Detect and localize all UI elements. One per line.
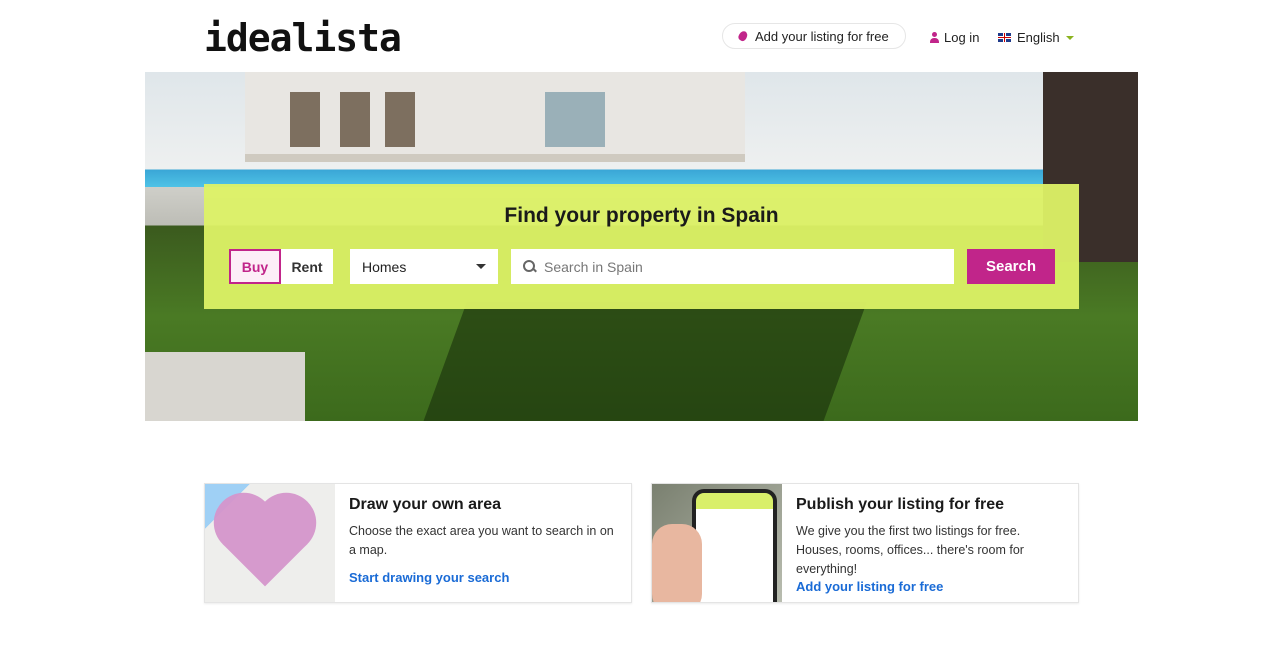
pin-icon	[737, 29, 749, 43]
login-label: Log in	[944, 30, 980, 45]
publish-listing-card: Publish your listing for free We give yo…	[651, 483, 1079, 603]
tab-buy[interactable]: Buy	[229, 249, 281, 284]
card-title: Publish your listing for free	[796, 496, 1005, 513]
property-type-select[interactable]: Homes	[350, 249, 498, 284]
add-listing-button[interactable]: Add your listing for free	[722, 23, 906, 49]
search-button[interactable]: Search	[967, 249, 1055, 284]
search-panel: Find your property in Spain Buy Rent Hom…	[204, 184, 1079, 309]
add-listing-label: Add your listing for free	[755, 28, 889, 44]
shadow-image-part	[423, 302, 867, 421]
tab-rent[interactable]: Rent	[281, 249, 333, 284]
phone-image	[652, 484, 782, 602]
language-selector[interactable]: English	[998, 30, 1074, 45]
stones-image-part	[145, 352, 305, 421]
card-text: Choose the exact area you want to search…	[349, 524, 614, 557]
user-icon	[930, 32, 939, 43]
map-heart-image	[205, 484, 335, 602]
search-icon	[523, 260, 536, 273]
operation-tabs: Buy Rent	[229, 249, 333, 284]
add-listing-link[interactable]: Add your listing for free	[796, 579, 1064, 594]
draw-area-card: Draw your own area Choose the exact area…	[204, 483, 632, 603]
location-search	[511, 249, 954, 284]
login-link[interactable]: Log in	[930, 30, 979, 45]
language-label: English	[1017, 30, 1060, 45]
uk-flag-icon	[998, 33, 1011, 42]
card-text: We give you the first two listings for f…	[796, 524, 1024, 576]
caret-down-icon	[1065, 35, 1074, 40]
start-drawing-link[interactable]: Start drawing your search	[349, 570, 617, 585]
idealista-logo[interactable]: idealista	[204, 16, 402, 60]
dropdown-arrow-icon	[476, 264, 486, 269]
property-type-value: Homes	[362, 258, 407, 275]
search-input[interactable]	[544, 258, 942, 275]
card-title: Draw your own area	[349, 496, 502, 513]
search-title: Find your property in Spain	[504, 204, 779, 227]
house-image-part	[245, 72, 745, 162]
